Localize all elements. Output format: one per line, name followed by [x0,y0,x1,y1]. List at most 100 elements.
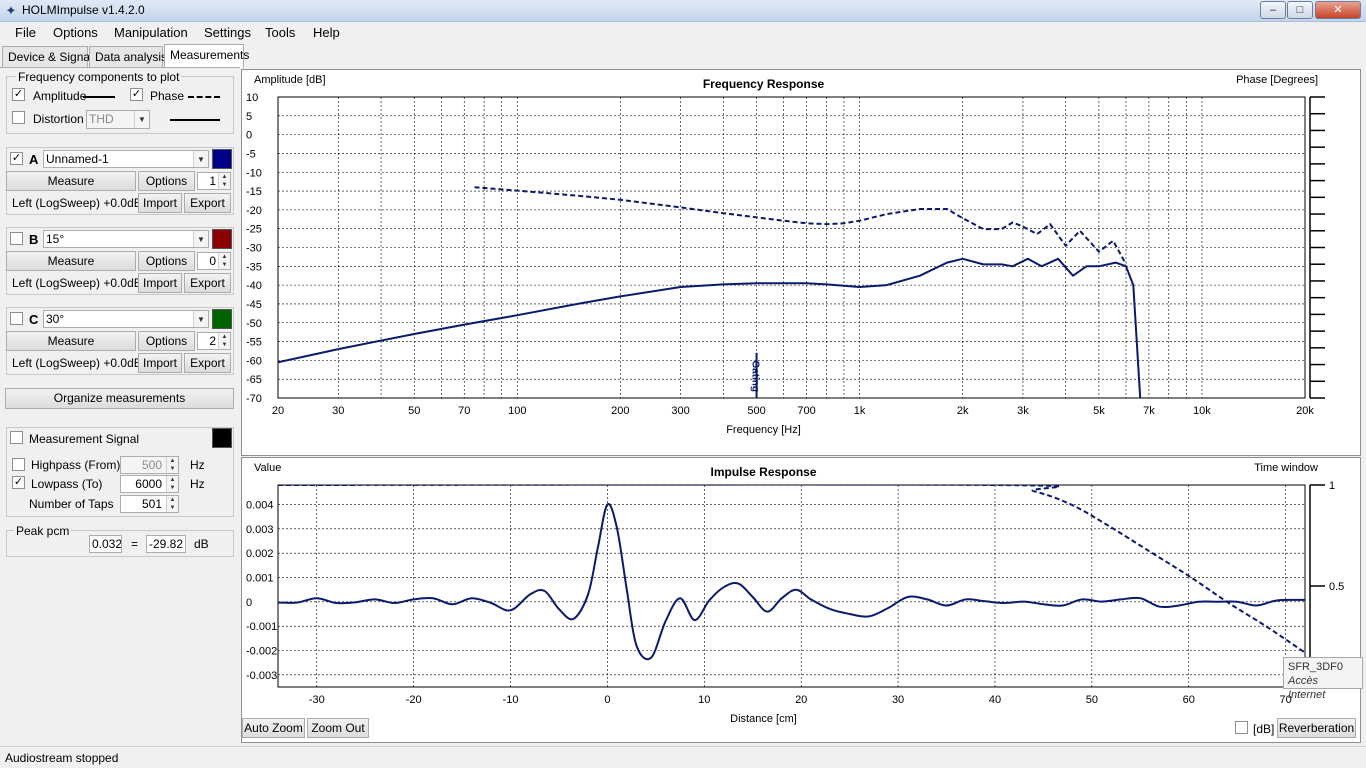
measurement-signal-checkbox[interactable] [10,431,23,444]
tab-data-analysis[interactable]: Data analysis [89,46,167,67]
reverberation-button[interactable]: Reverberation [1277,718,1356,738]
x-tick-label: -10 [503,694,519,706]
menu-options[interactable]: Options [53,25,98,40]
amplitude-checkbox[interactable]: ✓ [12,88,25,101]
measurement-signal-label: Measurement Signal [29,432,140,446]
channel-b-name-select[interactable]: 15° ▼ [43,230,209,248]
y-tick-label: -70 [246,393,262,405]
value-axis-label: Value [254,462,281,474]
menu-file[interactable]: File [15,25,36,40]
channel-b-checkbox[interactable] [10,232,23,245]
highpass-input[interactable]: 500 ▲ ▼ [120,456,179,474]
channel-a-name-select[interactable]: Unnamed-1 ▼ [43,150,209,168]
channel-b-color[interactable] [212,229,232,249]
x-tick-label: 3k [1017,405,1029,417]
distance-axis-label: Distance [cm] [730,713,797,725]
channel-b-import-button[interactable]: Import [138,273,182,293]
lowpass-value: 6000 [135,477,162,491]
menu-help[interactable]: Help [313,25,340,40]
channel-a-taps-spinner[interactable]: ▲ ▼ [218,173,230,189]
channel-c-import-button[interactable]: Import [138,353,182,373]
close-button[interactable]: ✕ [1315,1,1361,19]
channel-b-measure-button[interactable]: Measure [6,251,136,271]
auto-zoom-button[interactable]: Auto Zoom [242,718,305,738]
distortion-select-value: THD [89,112,114,126]
channel-b-taps-value: 0 [209,254,216,268]
phase-checkbox[interactable]: ✓ [130,88,143,101]
x-tick-label: 300 [671,405,689,417]
channel-a-checkbox[interactable]: ✓ [10,152,23,165]
x-tick-label: 7k [1143,405,1155,417]
impulse-response-panel[interactable]: 0.004 0.003 0.002 0.001 0 -0.001 -0.002 -0.003 -… [241,457,1361,743]
x-tick-label: 10 [698,694,710,706]
frequency-response-panel[interactable]: 10 5 0 -5 -10 -15 -20 -25 -30 -35 -40 -45 -50 -55 -60-… [241,69,1361,456]
taps-spinner[interactable]: ▲ ▼ [166,496,178,512]
measurement-signal-color[interactable] [212,428,232,448]
channel-c-export-button[interactable]: Export [184,353,231,373]
db-checkbox[interactable] [1235,721,1248,734]
channel-a-export-button[interactable]: Export [184,193,231,213]
tab-device-signal[interactable]: Device & Signal [2,46,93,67]
highpass-checkbox[interactable] [12,458,25,471]
channel-b-options-button[interactable]: Options [138,251,195,271]
minimize-button[interactable]: – [1260,1,1286,19]
y-tick-label: 0.003 [246,524,274,536]
channel-c-measure-button[interactable]: Measure [6,331,136,351]
channel-a-import-button[interactable]: Import [138,193,182,213]
amplitude-line-sample [83,96,115,98]
channel-c-options-button[interactable]: Options [138,331,195,351]
tab-border [0,67,240,68]
amplitude-label: Amplitude [33,89,87,103]
channel-c-taps-input[interactable]: 2 ▲ ▼ [197,332,231,350]
peak-value-field: 0.032 [89,535,122,553]
amplitude-axis-label: Amplitude [dB] [254,74,326,86]
channel-c-letter: C [29,312,39,327]
peak-value: 0.032 [92,537,122,551]
y-tick-label: 10 [246,92,258,104]
channel-b-taps-spinner[interactable]: ▲ ▼ [218,253,230,269]
taps-input[interactable]: 501 ▲ ▼ [120,495,179,513]
channel-a-name: Unnamed-1 [46,152,109,166]
channel-a-measure-button[interactable]: Measure [6,171,136,191]
y-tick-label: -30 [246,243,262,255]
channel-c-taps-value: 2 [209,334,216,348]
peak-db-field: -29.82 [146,535,186,553]
y-tick-label: -0.003 [246,670,277,682]
channel-c-checkbox[interactable] [10,312,23,325]
channel-b-export-button[interactable]: Export [184,273,231,293]
chevron-down-icon: ▼ [193,151,208,167]
menu-tools[interactable]: Tools [265,25,295,40]
highpass-spinner[interactable]: ▲ ▼ [166,457,178,473]
title-bar[interactable]: ✦ HOLMImpulse v1.4.2.0 – □ ✕ [0,0,1366,22]
lowpass-checkbox[interactable]: ✓ [12,476,25,489]
channel-c-taps-spinner[interactable]: ▲ ▼ [218,333,230,349]
organize-measurements-button[interactable]: Organize measurements [5,388,234,409]
db-label: [dB] [1253,722,1275,736]
y-tick-label: 0 [246,597,252,609]
tab-measurements[interactable]: Measurements [164,44,249,68]
channel-a-options-button[interactable]: Options [138,171,195,191]
y-tick-label: -45 [246,299,262,311]
channel-b-taps-input[interactable]: 0 ▲ ▼ [197,252,231,270]
channel-c-name-select[interactable]: 30° ▼ [43,310,209,328]
lowpass-spinner[interactable]: ▲ ▼ [166,476,178,492]
maximize-button[interactable]: □ [1287,1,1313,19]
menu-settings[interactable]: Settings [204,25,251,40]
frequency-axis-label: Frequency [Hz] [726,424,801,436]
x-tick-label: 30 [892,694,904,706]
menu-manipulation[interactable]: Manipulation [114,25,188,40]
y-tick-label: -50 [246,318,262,330]
distortion-checkbox[interactable] [12,111,25,124]
zoom-out-button[interactable]: Zoom Out [307,718,369,738]
y-tick-label: 0.001 [246,572,274,584]
time-window-series-line [278,485,1305,654]
lowpass-input[interactable]: 6000 ▲ ▼ [120,475,179,493]
channel-a-color[interactable] [212,149,232,169]
frequency-plot-title: Frequency Response [703,77,825,91]
x-tick-label: 50 [1086,694,1098,706]
channel-a-taps-input[interactable]: 1 ▲ ▼ [197,172,231,190]
distortion-select[interactable]: THD ▼ [86,110,150,129]
time-window-axis-label: Time window [1254,462,1318,474]
window-title: HOLMImpulse v1.4.2.0 [22,3,145,17]
channel-c-color[interactable] [212,309,232,329]
